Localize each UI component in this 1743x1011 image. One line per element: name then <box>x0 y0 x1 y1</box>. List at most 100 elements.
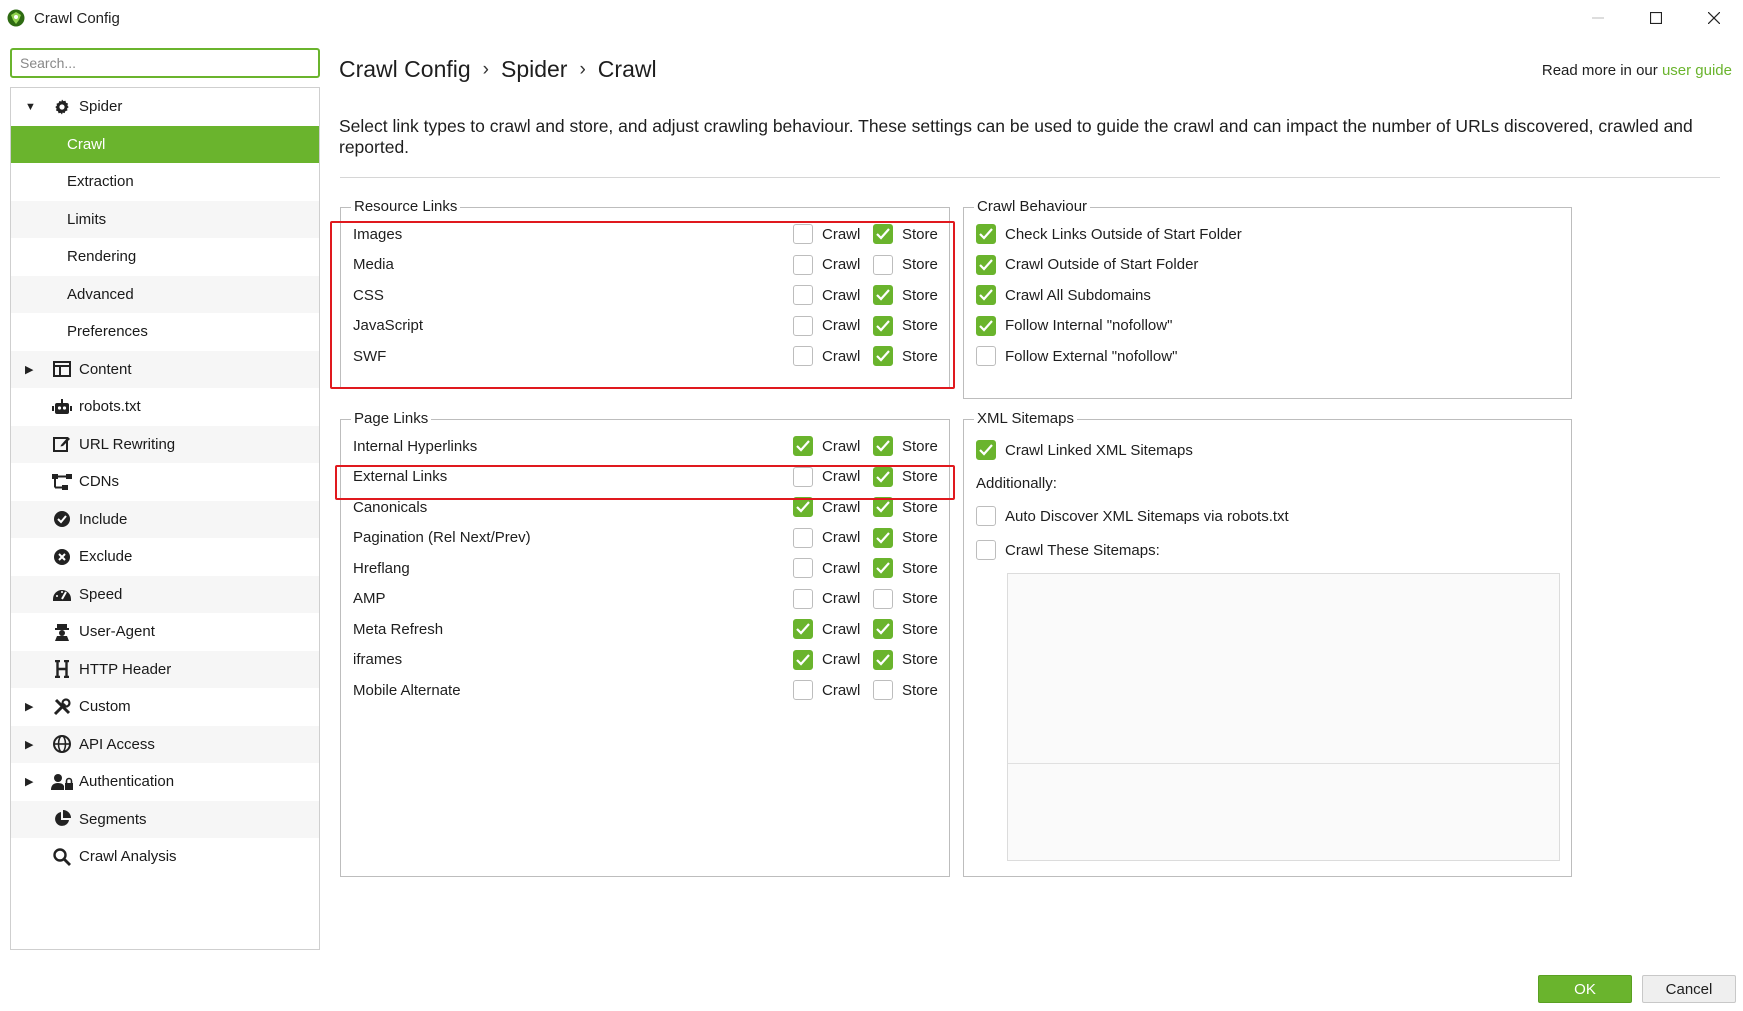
check-links-outside-of-start-folder-checkbox[interactable] <box>976 224 996 244</box>
minimize-button[interactable] <box>1569 0 1627 36</box>
expand-arrow-icon[interactable]: ▶ <box>25 738 35 751</box>
close-button[interactable] <box>1685 0 1743 36</box>
store-checkbox[interactable] <box>873 346 893 366</box>
cancel-button[interactable]: Cancel <box>1642 975 1736 1003</box>
breadcrumb-separator: › <box>482 58 489 80</box>
store-checkbox[interactable] <box>873 254 893 275</box>
sidebar-item-preferences[interactable]: Preferences <box>11 313 319 351</box>
row-label: CSS <box>353 286 384 304</box>
sidebar-item-include[interactable]: Include <box>11 500 319 538</box>
crawl-checkbox[interactable] <box>793 558 813 578</box>
crawl-label: Crawl <box>822 559 861 577</box>
sidebar-item-cdns[interactable]: CDNs <box>11 463 319 501</box>
expand-arrow-icon[interactable]: ▶ <box>25 363 35 376</box>
crawl-checkbox[interactable] <box>793 315 813 336</box>
store-label: Store <box>902 437 938 455</box>
follow-external-nofollow-checkbox[interactable] <box>976 346 996 366</box>
tools-icon <box>51 697 73 717</box>
sitemaps-textarea[interactable] <box>1007 573 1560 861</box>
store-checkbox[interactable] <box>873 649 893 670</box>
crawl-label: Crawl <box>822 620 861 638</box>
crawl-checkbox[interactable] <box>793 466 813 487</box>
sidebar-item-rendering[interactable]: Rendering <box>11 238 319 276</box>
checkbox-label: Crawl Outside of Start Folder <box>1005 256 1199 273</box>
crawl-checkbox[interactable] <box>793 588 813 609</box>
sidebar-item-http-header[interactable]: HTTP Header <box>11 650 319 688</box>
store-label: Store <box>902 620 938 638</box>
sidebar-item-exclude[interactable]: Exclude <box>11 538 319 576</box>
crawl-checkbox[interactable] <box>793 254 813 275</box>
crawl-checkbox[interactable] <box>793 224 813 244</box>
breadcrumb-separator: › <box>579 58 586 80</box>
crawl-checkbox[interactable] <box>793 285 813 305</box>
crawl-these-sitemaps-checkbox[interactable] <box>976 540 996 560</box>
user-guide-link[interactable]: user guide <box>1662 62 1732 79</box>
javascript-row: JavaScript Crawl Store <box>341 311 949 341</box>
crawl-linked-xml-sitemaps-checkbox[interactable] <box>976 440 996 460</box>
sidebar-item-url-rewriting[interactable]: URL Rewriting <box>11 425 319 463</box>
expand-arrow-icon[interactable]: ▶ <box>25 700 35 713</box>
store-label: Store <box>902 559 938 577</box>
sidebar-item-robots[interactable]: robots.txt <box>11 388 319 426</box>
ok-button[interactable]: OK <box>1538 975 1632 1003</box>
sidebar-item-spider[interactable]: ▼ Spider <box>11 88 319 126</box>
sidebar-item-limits[interactable]: Limits <box>11 200 319 238</box>
follow-internal-nofollow-checkbox[interactable] <box>976 315 996 336</box>
crawl-outside-of-start-folder-checkbox[interactable] <box>976 254 996 275</box>
sidebar-item-content[interactable]: ▶ Content <box>11 350 319 388</box>
crawl-label: Crawl <box>822 681 861 699</box>
store-checkbox[interactable] <box>873 436 893 456</box>
sidebar-item-segments[interactable]: Segments <box>11 800 319 838</box>
header-h-icon <box>51 659 73 679</box>
sidebar-item-label: Rendering <box>67 248 137 266</box>
crawl-checkbox[interactable] <box>793 619 813 639</box>
crawl-checkbox[interactable] <box>793 346 813 366</box>
store-checkbox[interactable] <box>873 466 893 487</box>
mobile-alternate-row: Mobile Alternate Crawl Store <box>341 675 949 705</box>
expand-arrow-icon[interactable]: ▼ <box>25 101 36 113</box>
store-checkbox[interactable] <box>873 527 893 548</box>
page-links-group: Page Links Internal Hyperlinks Crawl Store… <box>340 410 950 877</box>
store-checkbox[interactable] <box>873 285 893 305</box>
search-input[interactable] <box>10 48 320 78</box>
store-checkbox[interactable] <box>873 680 893 700</box>
crawl-checkbox[interactable] <box>793 497 813 517</box>
sidebar-item-crawl[interactable]: Crawl <box>11 125 319 163</box>
crawl-label: Crawl <box>822 437 861 455</box>
crawl-all-subdomains-checkbox[interactable] <box>976 285 996 305</box>
network-icon <box>51 472 73 492</box>
store-checkbox[interactable] <box>873 315 893 336</box>
store-checkbox[interactable] <box>873 558 893 578</box>
crawl-checkbox[interactable] <box>793 680 813 700</box>
sidebar-item-label: Spider <box>79 98 123 116</box>
x-circle-icon <box>51 547 73 567</box>
maximize-button[interactable] <box>1627 0 1685 36</box>
auto-discover-sitemaps-checkbox[interactable] <box>976 506 996 526</box>
row-label: iframes <box>353 651 403 668</box>
sidebar-item-label: Authentication <box>79 773 175 791</box>
sidebar-item-extraction[interactable]: Extraction <box>11 163 319 201</box>
crawl-checkbox[interactable] <box>793 649 813 670</box>
css-row: CSS Crawl Store <box>341 280 949 310</box>
expand-arrow-icon[interactable]: ▶ <box>25 775 35 788</box>
sidebar-item-user-agent[interactable]: User-Agent <box>11 613 319 651</box>
store-label: Store <box>902 347 938 365</box>
store-checkbox[interactable] <box>873 588 893 609</box>
read-more-text: Read more in our <box>1541 62 1658 79</box>
checkbox-label: Check Links Outside of Start Folder <box>1005 225 1242 243</box>
checkbox-label: Auto Discover XML Sitemaps via robots.tx… <box>1005 507 1289 525</box>
sidebar-item-api-access[interactable]: ▶ API Access <box>11 725 319 763</box>
sidebar-item-crawl-analysis[interactable]: Crawl Analysis <box>11 838 319 876</box>
store-label: Store <box>902 225 938 243</box>
sidebar-item-advanced[interactable]: Advanced <box>11 275 319 313</box>
sidebar-item-authentication[interactable]: ▶ Authentication <box>11 763 319 801</box>
store-checkbox[interactable] <box>873 224 893 244</box>
crawl-checkbox[interactable] <box>793 436 813 456</box>
crawl-checkbox[interactable] <box>793 527 813 548</box>
row-label: AMP <box>353 590 386 607</box>
store-checkbox[interactable] <box>873 619 893 639</box>
store-checkbox[interactable] <box>873 497 893 517</box>
crawl-these-sitemaps-row: Crawl These Sitemaps: <box>964 535 1571 565</box>
sidebar-item-custom[interactable]: ▶ Custom <box>11 688 319 726</box>
sidebar-item-speed[interactable]: Speed <box>11 575 319 613</box>
